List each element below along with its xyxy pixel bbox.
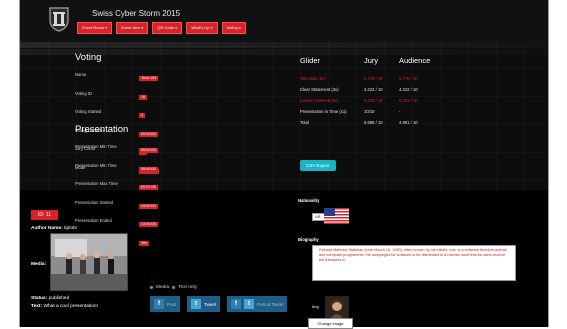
text-label: Text:: [31, 304, 43, 309]
author-label: Author Name:: [31, 226, 63, 231]
field-label: Presentation Started: [75, 199, 114, 205]
media-option-label[interactable]: Media: [156, 285, 169, 290]
twitter-icon: t: [191, 299, 202, 309]
main-nav: Event Room ▾ Event Item ▾ QR Code ▾ What…: [77, 22, 246, 34]
field-value: 00:00:00: [139, 148, 158, 153]
biography-label: Biography: [298, 237, 319, 242]
row-label: Lesson Learned (5x): [300, 98, 339, 103]
field-value: Yes: [139, 240, 150, 246]
field-value: 00:27:00: [139, 185, 158, 190]
results-table: Glider Jury Audience Top Slide (5x) 5.77…: [300, 56, 500, 128]
post-label: Post: [167, 301, 177, 307]
presentation-title: Presentation: [75, 124, 129, 135]
row-label: Total: [300, 120, 309, 125]
app-title: Swiss Cyber Storm 2015: [92, 9, 181, 18]
row-audience: 4.222 / 10: [399, 87, 418, 92]
biography-textarea[interactable]: Richard Matthew Stallman (born March 16,…: [312, 245, 516, 281]
twitter-icon: t: [244, 299, 255, 309]
media-label: Media:: [31, 262, 47, 267]
header-glider: Glider: [300, 56, 321, 65]
row-jury: 5.698 / 10: [364, 120, 383, 125]
presentation-section: Presentation Presentation Min Time 00:00…: [75, 124, 158, 249]
row-label: Clear Statement (3x): [300, 87, 339, 92]
profile-portrait-image: [325, 296, 349, 320]
row-audience: -: [399, 109, 401, 114]
post-button[interactable]: f Post: [150, 296, 181, 312]
field-label: Name: [75, 72, 87, 77]
post-and-tweet-button[interactable]: f t Post & Tweet: [227, 296, 288, 312]
author-line: Author Name: tiptobi: [31, 226, 77, 231]
status-label: Status:: [31, 296, 48, 301]
presentation-fields: Presentation Min Time 00:00:00 Presentat…: [75, 138, 158, 249]
image-label: Img: [312, 304, 319, 309]
share-buttons: f Post t Tweet f t Post & Tweet: [150, 296, 288, 312]
text-line: Text: What a cool presentation!: [31, 304, 98, 309]
field-value: 13:00:00: [139, 203, 158, 209]
us-flag-icon: [324, 208, 349, 224]
item-id-badge: ID: 11: [31, 210, 58, 220]
author-value: tiptobi: [64, 226, 77, 231]
header-jury: Jury: [364, 56, 379, 65]
results-row: Top Slide (5x) 5.778 / 10 5.778 / 10: [300, 73, 500, 84]
media-options: Media Text only: [150, 285, 197, 290]
results-row: Clear Statement (3x) 4.222 / 10 4.222 / …: [300, 84, 500, 95]
post-and-tweet-label: Post & Tweet: [257, 301, 284, 307]
tweet-label: Tweet: [204, 301, 217, 307]
nav-whats-up-button[interactable]: What's Up ▾: [186, 22, 218, 34]
field-value: Tone-OH: [139, 76, 159, 81]
media-photo: [50, 233, 128, 291]
status-value: published: [48, 296, 70, 301]
facebook-icon: f: [231, 299, 242, 309]
row-jury: 5.778 / 10: [364, 76, 383, 81]
field-value: 16: [139, 94, 148, 100]
nav-qr-code-button[interactable]: QR Code ▾: [152, 22, 183, 34]
facebook-icon: f: [154, 299, 164, 309]
results-header: Glider Jury Audience: [300, 56, 500, 65]
nationality-label: Nationality: [298, 198, 320, 203]
status-line: Status: published: [31, 296, 69, 301]
nav-event-item-button[interactable]: Event Item ▾: [116, 22, 149, 34]
row-jury: 10/10: [364, 109, 375, 114]
top-bar: Swiss Cyber Storm 2015 Event Room ▾ Even…: [20, 0, 548, 40]
text-value: What a cool presentation!: [43, 304, 98, 309]
field-value: 13:00:00: [139, 222, 158, 227]
field-label: Voting ID: [75, 90, 92, 96]
row-audience: 4.981 / 10: [399, 120, 418, 125]
nav-event-room-button[interactable]: Event Room ▾: [77, 22, 113, 34]
nav-voting-button[interactable]: Voting ▾: [221, 22, 246, 34]
tweet-button[interactable]: t Tweet: [187, 296, 221, 312]
profile-section: Nationality: [298, 198, 498, 203]
shield-logo-icon: [49, 7, 69, 32]
row-audience: 5.222 / 10: [399, 98, 418, 103]
results-row: Lesson Learned (5x) 5.222 / 10 5.222 / 1…: [300, 95, 500, 106]
row-jury: 4.222 / 10: [364, 87, 383, 92]
header-audience: Audience: [399, 56, 431, 65]
text-only-radio-icon[interactable]: [172, 286, 176, 289]
field-label: Presentation Max Time: [75, 181, 118, 186]
row-audience: 5.778 / 10: [399, 76, 418, 81]
field-label: Voting Started: [75, 109, 102, 114]
text-only-option-label[interactable]: Text only: [178, 285, 197, 290]
field-label: Presentation Min Time: [75, 144, 117, 149]
csv-export-button[interactable]: CSV Export: [300, 160, 336, 171]
voting-title: Voting: [75, 52, 102, 63]
presentation-photo-image: [51, 234, 127, 290]
row-jury: 5.222 / 10: [364, 98, 383, 103]
field-value: 00:00:00: [139, 166, 158, 172]
decor-stripe: [20, 42, 548, 48]
row-label: Presentation in Time (x1): [300, 109, 347, 114]
media-radio-icon[interactable]: [150, 286, 153, 289]
results-row-total: Total 5.698 / 10 4.981 / 10: [300, 117, 500, 128]
change-image-button[interactable]: Change image: [308, 318, 353, 329]
results-row: Presentation in Time (x1) 10/10 -: [300, 106, 500, 117]
field-label: Presentation Ended: [75, 218, 112, 223]
field-label: Presentation Min Time: [75, 162, 117, 168]
row-label: Top Slide (5x): [300, 76, 326, 81]
field-value: 1: [139, 113, 146, 118]
